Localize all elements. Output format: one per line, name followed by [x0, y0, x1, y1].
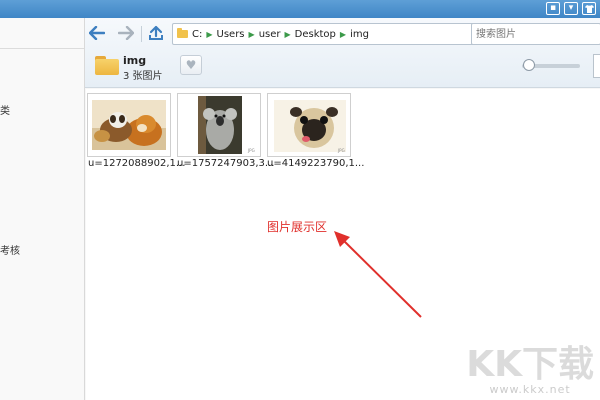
breadcrumb-segment[interactable]: Desktop	[295, 29, 336, 40]
image-gallery: u=1272088902,1... JPG u=1757247903,3...	[86, 89, 600, 400]
up-folder-icon[interactable]	[147, 24, 165, 42]
koala-image: JPG	[178, 94, 260, 156]
sidebar-item-label[interactable]: 类	[0, 102, 10, 117]
image-caption: u=1757247903,3...	[177, 158, 275, 169]
toolbar: C: ▶ Users ▶ user ▶ Desktop ▶ img img 3 …	[85, 18, 600, 88]
cat-dog-image	[88, 94, 170, 156]
watermark: KK下载 www.kkx.net	[466, 344, 594, 397]
folder-name: img	[123, 54, 147, 67]
zoom-slider-handle[interactable]	[523, 59, 535, 71]
breadcrumb-segment[interactable]: img	[350, 29, 369, 40]
dropdown-icon[interactable]: ▾	[564, 2, 578, 15]
panel-toggle[interactable]	[593, 54, 600, 78]
watermark-logo: KK下载	[466, 344, 594, 385]
sidebar-item-label[interactable]: 考核	[0, 242, 20, 257]
title-bar: ▪ ▾	[0, 0, 600, 18]
image-caption: u=1272088902,1...	[88, 158, 186, 169]
forward-arrow-icon[interactable]	[117, 24, 135, 42]
image-thumbnail[interactable]: JPG	[177, 93, 261, 157]
image-count: 3 张图片	[123, 71, 163, 82]
title-bar-icons: ▪ ▾	[546, 2, 596, 15]
image-caption: u=4149223790,1...	[267, 158, 365, 169]
favorite-button[interactable]: ♥	[180, 55, 202, 75]
heart-icon: ♥	[185, 58, 197, 72]
pug-image: JPG	[268, 94, 350, 156]
breadcrumb-segment[interactable]: user	[259, 29, 281, 40]
toolbar-separator	[141, 26, 142, 42]
folder-icon	[95, 56, 119, 75]
shirt-icon[interactable]	[582, 2, 596, 15]
breadcrumb-separator-icon: ▶	[206, 29, 213, 39]
sidebar: 类 考核	[0, 18, 85, 400]
breadcrumb-separator-icon: ▶	[339, 29, 347, 39]
sidebar-divider	[0, 48, 84, 49]
svg-text:JPG: JPG	[247, 148, 255, 153]
search-input[interactable]	[471, 23, 600, 45]
breadcrumb-segment[interactable]: C:	[192, 29, 202, 40]
chat-icon[interactable]: ▪	[546, 2, 560, 15]
breadcrumb-separator-icon: ▶	[248, 29, 255, 39]
svg-text:JPG: JPG	[337, 148, 345, 153]
back-arrow-icon[interactable]	[88, 24, 106, 42]
image-thumbnail[interactable]	[87, 93, 171, 157]
image-thumbnail[interactable]: JPG	[267, 93, 351, 157]
annotation-arrow-icon	[334, 231, 422, 318]
folder-icon	[177, 28, 188, 38]
breadcrumb-segment[interactable]: Users	[217, 29, 245, 40]
annotation-label: 图片展示区	[267, 220, 328, 234]
breadcrumb-separator-icon: ▶	[284, 29, 291, 39]
